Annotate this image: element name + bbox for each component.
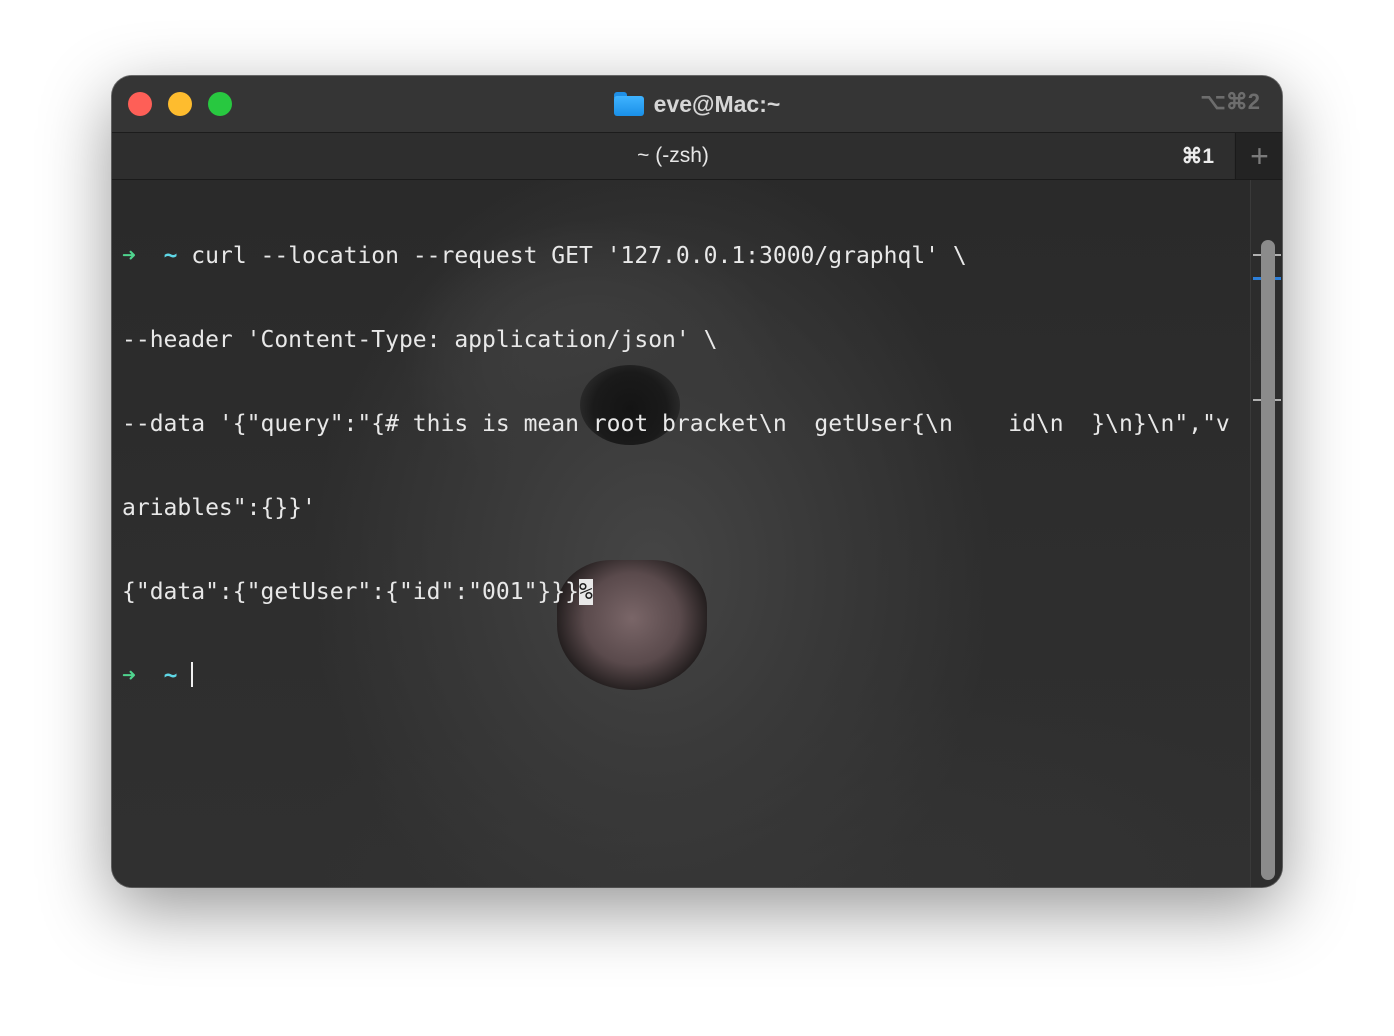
window-shortcut: ⌥⌘2 bbox=[1200, 89, 1260, 114]
tab-bar: ~ (-zsh) ⌘1 + bbox=[112, 133, 1282, 180]
terminal-content[interactable]: ➜ ~ curl --location --request GET '127.0… bbox=[112, 180, 1282, 887]
title-bar[interactable]: eve@Mac:~ ⌥⌘2 bbox=[112, 76, 1282, 133]
plus-icon: + bbox=[1250, 137, 1269, 174]
command-text-3: --data '{"query":"{# this is mean root b… bbox=[122, 411, 1230, 437]
command-text-4: ariables":{}}' bbox=[122, 495, 316, 521]
prompt-directory: ~ bbox=[163, 663, 178, 689]
command-text-2: --header 'Content-Type: application/json… bbox=[122, 327, 718, 353]
terminal-line-output: {"data":{"getUser":{"id":"001"}}}% bbox=[122, 578, 1258, 606]
tab-shortcut: ⌘1 bbox=[1181, 144, 1214, 168]
terminal-line-command-1: ➜ ~ curl --location --request GET '127.0… bbox=[122, 242, 1258, 270]
terminal-window: eve@Mac:~ ⌥⌘2 ~ (-zsh) ⌘1 + ➜ ~ curl --l… bbox=[112, 76, 1282, 887]
terminal-line-prompt: ➜ ~ bbox=[122, 662, 1258, 690]
terminal-line-command-4: ariables":{}}' bbox=[122, 494, 1258, 522]
text-cursor bbox=[191, 662, 194, 687]
terminal-output[interactable]: ➜ ~ curl --location --request GET '127.0… bbox=[112, 180, 1258, 746]
output-text: {"data":{"getUser":{"id":"001"}}} bbox=[122, 579, 579, 605]
prompt-arrow-icon: ➜ bbox=[122, 243, 136, 269]
terminal-line-command-2: --header 'Content-Type: application/json… bbox=[122, 326, 1258, 354]
no-newline-mark: % bbox=[578, 579, 593, 605]
tab-zsh[interactable]: ~ (-zsh) ⌘1 bbox=[112, 133, 1234, 179]
folder-icon bbox=[613, 92, 644, 116]
prompt-directory: ~ bbox=[163, 243, 178, 269]
tab-title: ~ (-zsh) bbox=[637, 144, 709, 167]
scrollbar-track[interactable] bbox=[1250, 180, 1282, 887]
terminal-line-command-3: --data '{"query":"{# this is mean root b… bbox=[122, 410, 1258, 438]
new-tab-button[interactable]: + bbox=[1235, 133, 1282, 179]
command-text-1: curl --location --request GET '127.0.0.1… bbox=[191, 243, 967, 269]
prompt-arrow-icon: ➜ bbox=[122, 663, 136, 689]
scrollbar-thumb[interactable] bbox=[1261, 240, 1275, 880]
window-title-text: eve@Mac:~ bbox=[653, 90, 781, 117]
window-title: eve@Mac:~ bbox=[112, 76, 1282, 132]
